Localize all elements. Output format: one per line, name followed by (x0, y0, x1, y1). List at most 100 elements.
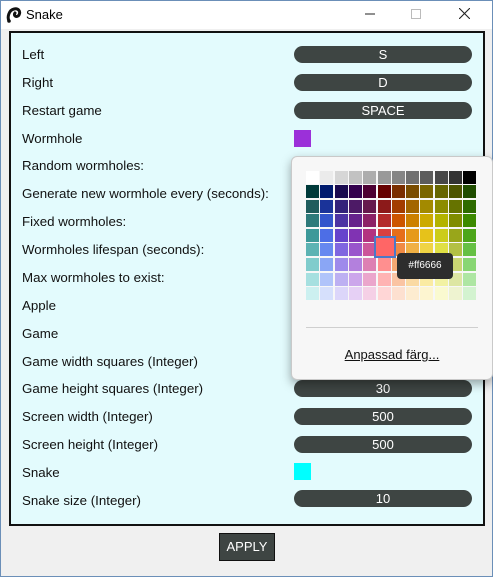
palette-color-cell[interactable] (348, 199, 362, 213)
palette-color-cell[interactable] (348, 287, 362, 301)
selected-color-cell[interactable] (374, 236, 396, 258)
palette-color-cell[interactable] (377, 258, 391, 271)
palette-color-cell[interactable] (463, 272, 477, 286)
palette-color-cell[interactable] (320, 258, 334, 271)
palette-color-cell[interactable] (320, 243, 334, 257)
palette-color-cell[interactable] (306, 228, 319, 242)
palette-color-cell[interactable] (434, 214, 448, 228)
palette-color-cell[interactable] (363, 258, 377, 271)
palette-color-cell[interactable] (320, 185, 334, 198)
palette-color-cell[interactable] (377, 287, 391, 301)
palette-color-cell[interactable] (363, 199, 377, 213)
palette-color-cell[interactable] (420, 228, 434, 242)
snake-color-swatch[interactable] (294, 463, 311, 480)
palette-color-cell[interactable] (348, 258, 362, 271)
palette-color-cell[interactable] (334, 228, 348, 242)
palette-color-cell[interactable] (449, 185, 462, 198)
palette-color-cell[interactable] (449, 171, 462, 184)
palette-color-cell[interactable] (434, 171, 448, 184)
palette-color-cell[interactable] (348, 243, 362, 257)
apply-button[interactable]: APPLY (219, 533, 275, 561)
palette-color-cell[interactable] (420, 214, 434, 228)
palette-color-cell[interactable] (463, 171, 477, 184)
palette-color-cell[interactable] (348, 214, 362, 228)
palette-color-cell[interactable] (348, 272, 362, 286)
palette-color-cell[interactable] (420, 287, 434, 301)
restart-key-button[interactable]: SPACE (294, 102, 472, 119)
palette-color-cell[interactable] (391, 287, 405, 301)
palette-color-cell[interactable] (306, 258, 319, 271)
palette-color-cell[interactable] (306, 199, 319, 213)
palette-color-cell[interactable] (463, 185, 477, 198)
palette-color-cell[interactable] (391, 171, 405, 184)
palette-color-cell[interactable] (377, 214, 391, 228)
palette-color-cell[interactable] (320, 199, 334, 213)
palette-color-cell[interactable] (306, 272, 319, 286)
game-height-input[interactable]: 30 (294, 380, 472, 397)
palette-color-cell[interactable] (306, 214, 319, 228)
right-key-button[interactable]: D (294, 74, 472, 91)
palette-color-cell[interactable] (306, 243, 319, 257)
maximize-button[interactable] (393, 1, 439, 29)
palette-color-cell[interactable] (334, 243, 348, 257)
left-key-button[interactable]: S (294, 46, 472, 63)
palette-color-cell[interactable] (348, 228, 362, 242)
palette-color-cell[interactable] (320, 171, 334, 184)
palette-color-cell[interactable] (334, 272, 348, 286)
palette-color-cell[interactable] (363, 214, 377, 228)
minimize-button[interactable] (347, 1, 393, 29)
palette-color-cell[interactable] (406, 287, 420, 301)
palette-color-cell[interactable] (348, 185, 362, 198)
palette-color-cell[interactable] (434, 287, 448, 301)
palette-color-cell[interactable] (363, 171, 377, 184)
palette-color-cell[interactable] (463, 214, 477, 228)
palette-color-cell[interactable] (463, 199, 477, 213)
palette-color-cell[interactable] (434, 199, 448, 213)
palette-color-cell[interactable] (306, 171, 319, 184)
palette-color-cell[interactable] (334, 199, 348, 213)
palette-color-cell[interactable] (449, 214, 462, 228)
palette-color-cell[interactable] (306, 287, 319, 301)
palette-color-cell[interactable] (320, 214, 334, 228)
custom-color-link[interactable]: Anpassad färg... (292, 347, 492, 362)
palette-color-cell[interactable] (391, 214, 405, 228)
palette-color-cell[interactable] (420, 185, 434, 198)
palette-color-cell[interactable] (463, 243, 477, 257)
palette-color-cell[interactable] (334, 171, 348, 184)
palette-color-cell[interactable] (334, 185, 348, 198)
palette-color-cell[interactable] (377, 171, 391, 184)
palette-color-cell[interactable] (391, 185, 405, 198)
snake-size-input[interactable]: 10 (294, 490, 472, 507)
palette-color-cell[interactable] (406, 228, 420, 242)
palette-color-cell[interactable] (406, 214, 420, 228)
palette-color-cell[interactable] (363, 287, 377, 301)
screen-width-input[interactable]: 500 (294, 408, 472, 425)
palette-color-cell[interactable] (434, 185, 448, 198)
palette-color-cell[interactable] (449, 199, 462, 213)
close-button[interactable] (441, 1, 487, 29)
wormhole-color-swatch[interactable] (294, 130, 311, 147)
palette-color-cell[interactable] (449, 287, 462, 301)
palette-color-cell[interactable] (363, 272, 377, 286)
palette-color-cell[interactable] (434, 228, 448, 242)
palette-color-cell[interactable] (420, 199, 434, 213)
palette-color-cell[interactable] (348, 171, 362, 184)
palette-color-cell[interactable] (320, 287, 334, 301)
palette-color-cell[interactable] (334, 214, 348, 228)
palette-color-cell[interactable] (420, 171, 434, 184)
palette-color-cell[interactable] (334, 287, 348, 301)
palette-color-cell[interactable] (334, 258, 348, 271)
palette-color-cell[interactable] (406, 185, 420, 198)
palette-color-cell[interactable] (320, 272, 334, 286)
palette-color-cell[interactable] (463, 258, 477, 271)
palette-color-cell[interactable] (363, 185, 377, 198)
palette-color-cell[interactable] (406, 171, 420, 184)
palette-color-cell[interactable] (377, 185, 391, 198)
palette-color-cell[interactable] (391, 199, 405, 213)
palette-color-cell[interactable] (463, 228, 477, 242)
palette-color-cell[interactable] (449, 228, 462, 242)
palette-color-cell[interactable] (377, 272, 391, 286)
palette-color-cell[interactable] (377, 199, 391, 213)
palette-color-cell[interactable] (306, 185, 319, 198)
screen-height-input[interactable]: 500 (294, 436, 472, 453)
